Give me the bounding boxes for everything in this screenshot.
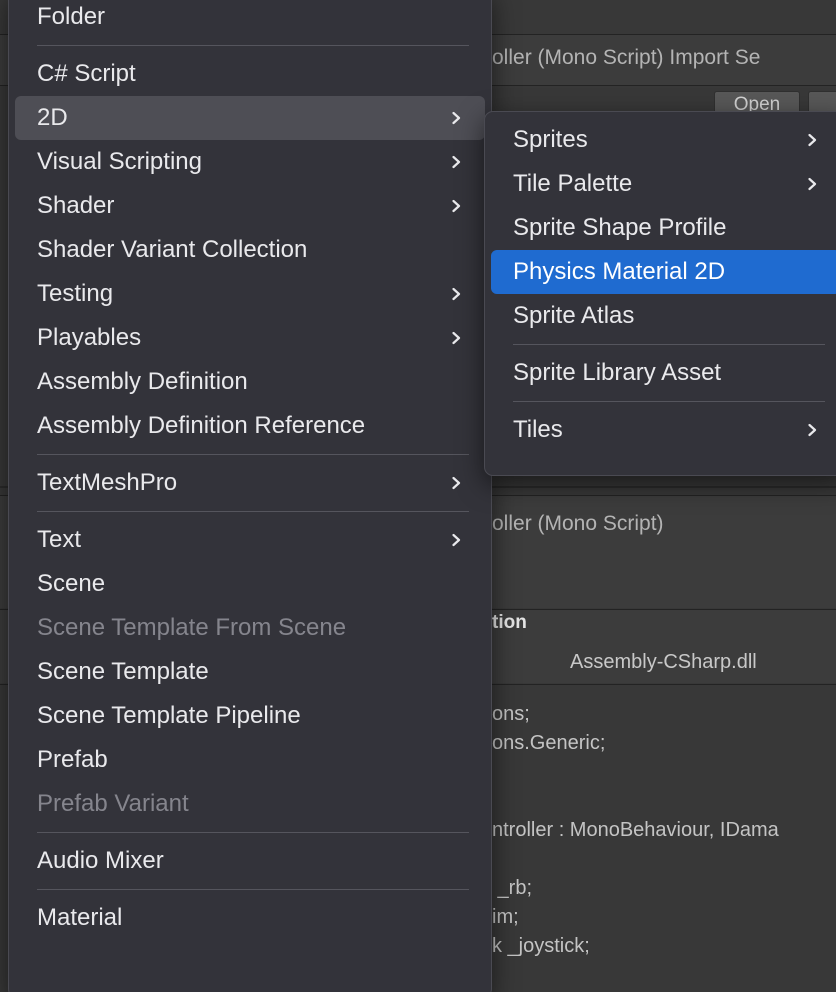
menu-item-testing[interactable]: Testing [15, 272, 485, 316]
chevron-right-icon [450, 533, 463, 547]
menu-item-shader-variant-collection[interactable]: Shader Variant Collection [15, 228, 485, 272]
menu-item-physics-material-2d[interactable]: Physics Material 2D [491, 250, 836, 294]
menu-item-sprite-atlas[interactable]: Sprite Atlas [491, 294, 836, 338]
menu-item-label: Scene Template [37, 658, 209, 685]
mono-script-header-text: oller (Mono Script) [492, 512, 664, 535]
menu-item-material[interactable]: Material [15, 896, 485, 940]
menu-item-scene-template[interactable]: Scene Template [15, 650, 485, 694]
menu-item-label: Prefab Variant [37, 790, 189, 817]
menu-item-prefab-variant: Prefab Variant [15, 782, 485, 826]
menu-item-label: Material [37, 904, 123, 931]
assembly-name-value: Assembly-CSharp.dll [570, 651, 757, 673]
menu-item-label: Playables [37, 324, 142, 351]
menu-item-assembly-definition-reference[interactable]: Assembly Definition Reference [15, 404, 485, 448]
chevron-right-icon [806, 423, 819, 437]
menu-item-label: Prefab [37, 746, 108, 773]
chevron-right-icon [806, 133, 819, 147]
menu-item-label: Scene Template Pipeline [37, 702, 301, 729]
chevron-right-icon [450, 155, 463, 169]
code-line: _rb; [492, 877, 533, 899]
menu-separator [513, 344, 825, 345]
menu-item-audio-mixer[interactable]: Audio Mixer [15, 839, 485, 883]
menu-item-label: Sprite Atlas [513, 302, 635, 329]
menu-item-label: Physics Material 2D [513, 258, 726, 285]
menu-separator [37, 889, 469, 890]
menu-separator [37, 45, 469, 46]
menu-separator [37, 832, 469, 833]
menu-item-sprite-shape-profile[interactable]: Sprite Shape Profile [491, 206, 836, 250]
menu-item-label: Tile Palette [513, 170, 633, 197]
code-preview-text: ons; ons.Generic; ntroller : MonoBehaviou… [492, 700, 836, 961]
menu-item-label: Audio Mixer [37, 847, 164, 874]
main-menu-list: Folder C# Script 2D Visual Scripting Shader S… [9, 0, 491, 992]
menu-separator [37, 511, 469, 512]
code-line: ntroller : MonoBehaviour, IDama [492, 819, 779, 841]
menu-item-scene-template-from-scene: Scene Template From Scene [15, 606, 485, 650]
menu-item-2d[interactable]: 2D [15, 96, 485, 140]
menu-item-label: Folder [37, 3, 106, 30]
menu-item-tiles[interactable]: Tiles [491, 408, 836, 452]
chevron-right-icon [806, 177, 819, 191]
create-asset-context-menu[interactable]: Folder C# Script 2D Visual Scripting Shader S… [8, 0, 492, 992]
chevron-right-icon [450, 331, 463, 345]
menu-item-label: Scene [37, 570, 106, 597]
2d-submenu[interactable]: Sprites Tile Palette Sprite Shape Profile P… [484, 111, 836, 476]
chevron-right-icon [450, 287, 463, 301]
menu-item-label: Tiles [513, 416, 563, 443]
menu-item-sprite-library-asset[interactable]: Sprite Library Asset [491, 351, 836, 395]
inspector-title-text: oller (Mono Script) Import Se [492, 46, 761, 69]
menu-item-assembly-definition[interactable]: Assembly Definition [15, 360, 485, 404]
menu-item-label: 2D [37, 104, 68, 131]
menu-item-c-script[interactable]: C# Script [15, 52, 485, 96]
menu-item-playables[interactable]: Playables [15, 316, 485, 360]
menu-item-label: Text [37, 526, 82, 553]
menu-item-label: Assembly Definition [37, 368, 248, 395]
code-line: ons.Generic; [492, 732, 606, 754]
menu-separator [513, 401, 825, 402]
menu-item-label: Testing [37, 280, 114, 307]
menu-item-tile-palette[interactable]: Tile Palette [491, 162, 836, 206]
menu-item-label: Sprite Shape Profile [513, 214, 727, 241]
chevron-right-icon [450, 476, 463, 490]
screen: oller (Mono Script) Import Se Open Ex ol… [0, 0, 836, 992]
chevron-right-icon [450, 199, 463, 213]
menu-item-label: Scene Template From Scene [37, 614, 347, 641]
menu-item-sprites[interactable]: Sprites [491, 118, 836, 162]
menu-item-text[interactable]: Text [15, 518, 485, 562]
menu-item-label: Sprites [513, 126, 588, 153]
menu-item-label: Visual Scripting [37, 148, 202, 175]
menu-item-label: TextMeshPro [37, 469, 178, 496]
menu-item-label: Sprite Library Asset [513, 359, 722, 386]
menu-item-prefab[interactable]: Prefab [15, 738, 485, 782]
menu-item-label: Shader [37, 192, 115, 219]
submenu-list: Sprites Tile Palette Sprite Shape Profile P… [485, 112, 836, 475]
menu-item-shader[interactable]: Shader [15, 184, 485, 228]
chevron-right-icon [450, 111, 463, 125]
code-line: k _joystick; [492, 935, 590, 957]
assembly-information-label: tion [492, 612, 527, 633]
menu-item-scene[interactable]: Scene [15, 562, 485, 606]
code-line: ons; [492, 703, 530, 725]
menu-item-folder[interactable]: Folder [15, 0, 485, 39]
code-line: im; [492, 906, 519, 928]
menu-item-label: Assembly Definition Reference [37, 412, 366, 439]
menu-item-label: C# Script [37, 60, 136, 87]
menu-item-scene-template-pipeline[interactable]: Scene Template Pipeline [15, 694, 485, 738]
menu-separator [37, 454, 469, 455]
menu-item-label: Shader Variant Collection [37, 236, 308, 263]
menu-item-textmeshpro[interactable]: TextMeshPro [15, 461, 485, 505]
menu-item-visual-scripting[interactable]: Visual Scripting [15, 140, 485, 184]
